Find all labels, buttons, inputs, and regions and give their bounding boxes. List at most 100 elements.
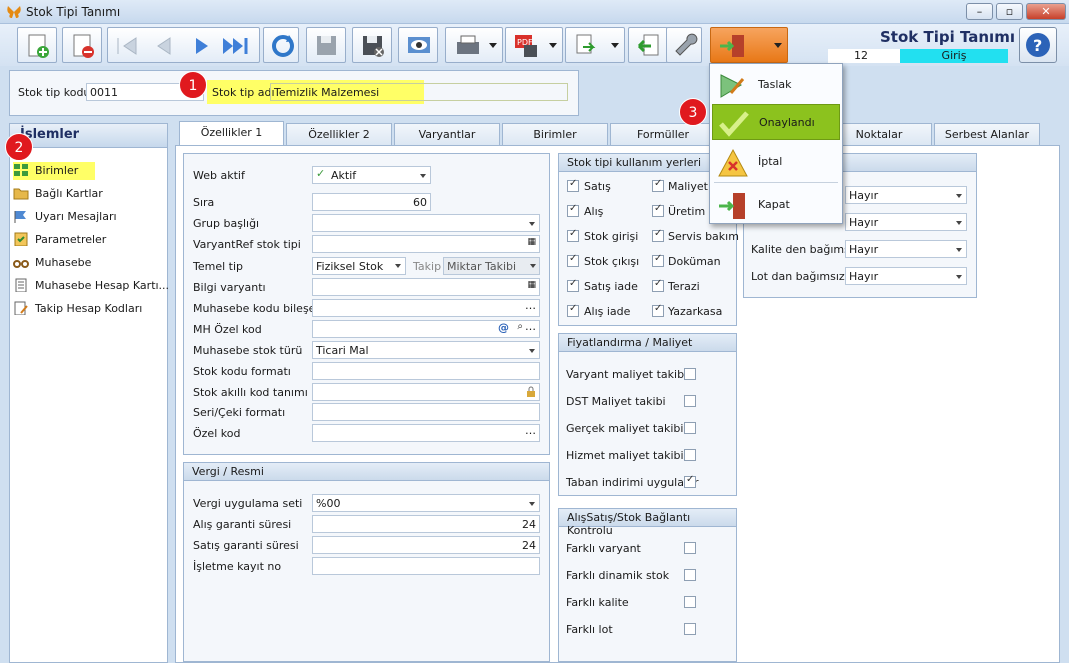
kullanim-left-checkbox[interactable] (567, 228, 579, 242)
copy-button[interactable] (565, 27, 625, 63)
cancel-save-button[interactable] (352, 27, 392, 63)
kullanim-right-checkbox[interactable] (652, 303, 664, 317)
tab-varyantlar[interactable]: Varyantlar (394, 123, 500, 145)
sidebar-item-bagli-kartlar[interactable]: Bağlı Kartlar (13, 183, 103, 203)
preview-button[interactable] (398, 27, 438, 63)
ozel-kod-label: Özel kod (193, 427, 241, 440)
tab-birimler[interactable]: Birimler (502, 123, 608, 145)
stock-name-input[interactable]: Temizlik Malzemesi (270, 83, 568, 101)
sira-label: Sıra (193, 196, 215, 209)
fiyat-group: Fiyatlandırma / Maliyet (558, 333, 737, 496)
seri-cek-input[interactable] (312, 403, 540, 421)
takip-select[interactable]: Miktar Takibi (443, 257, 540, 275)
baglanti-checkbox[interactable] (684, 569, 696, 581)
sidebar-item-birimler[interactable]: Birimler (13, 160, 78, 180)
previous-record-icon[interactable] (150, 34, 176, 58)
right-row-select[interactable]: Hayır (845, 240, 967, 258)
lookup-icon[interactable]: ▦ (527, 237, 536, 247)
menu-item-iptal[interactable]: İptal (712, 144, 840, 180)
grup-baslik-select[interactable] (312, 214, 540, 232)
minimize-button[interactable]: – (966, 3, 993, 20)
vergi-seti-label: Vergi uygulama seti (193, 497, 303, 510)
fiyat-checkbox[interactable] (684, 368, 696, 380)
next-record-icon[interactable] (190, 34, 216, 58)
at-icon[interactable]: @ (498, 321, 509, 334)
close-window-button[interactable]: ✕ (1026, 3, 1066, 20)
sidebar-item-takip-hesap-kodlari[interactable]: Takip Hesap Kodları (13, 298, 142, 318)
fiyat-checkbox[interactable] (684, 422, 696, 434)
help-button[interactable]: ? (1019, 27, 1057, 63)
kullanim-right-label: Yazarkasa (668, 305, 723, 318)
sidebar-item-parametreler[interactable]: Parametreler (13, 229, 106, 249)
refresh-button[interactable] (263, 27, 299, 63)
last-record-icon[interactable] (220, 34, 254, 58)
fiyat-checkbox[interactable] (684, 474, 696, 488)
kullanim-right-checkbox[interactable] (652, 253, 664, 267)
ellipsis-icon[interactable]: … (525, 300, 536, 312)
tools-button[interactable] (666, 27, 702, 63)
kullanim-left-checkbox[interactable] (567, 278, 579, 292)
fiyat-checkbox[interactable] (684, 449, 696, 461)
tab-formuller[interactable]: Formüller (610, 123, 716, 145)
save-button[interactable] (306, 27, 346, 63)
akilli-kod-input[interactable] (312, 383, 540, 401)
delete-button[interactable] (62, 27, 102, 63)
tab-ozellikler-2[interactable]: Özellikler 2 (286, 123, 392, 145)
kullanim-left-label: Alış (584, 205, 604, 218)
baglanti-label: Farklı kalite (566, 596, 629, 609)
back-button[interactable] (628, 27, 668, 63)
sidebar-title: İşlemler (10, 124, 167, 148)
maximize-button[interactable]: ▫ (996, 3, 1023, 20)
baglanti-checkbox[interactable] (684, 596, 696, 608)
sira-input[interactable]: 60 (312, 193, 431, 211)
isletme-kayit-input[interactable] (312, 557, 540, 575)
ellipsis-icon[interactable]: … (525, 321, 536, 333)
tab-serbest-alanlar[interactable]: Serbest Alanlar (934, 123, 1040, 145)
fiyat-title: Fiyatlandırma / Maliyet (559, 334, 736, 352)
muh-bilesen-input[interactable]: … (312, 299, 540, 317)
fiyat-checkbox[interactable] (684, 395, 696, 407)
kullanim-left-checkbox[interactable] (567, 203, 579, 217)
sidebar-item-muhasebe-hesap-karti[interactable]: Muhasebe Hesap Kartı... (13, 275, 169, 295)
menu-item-onaylandi[interactable]: Onaylandı (712, 104, 840, 140)
kullanim-left-checkbox[interactable] (567, 253, 579, 267)
lock-icon[interactable] (526, 386, 536, 398)
search-list-icon[interactable]: ⌕ (517, 321, 523, 332)
sidebar-item-muhasebe[interactable]: Muhasebe (13, 252, 91, 272)
kullanim-right-checkbox[interactable] (652, 203, 664, 217)
web-aktif-select[interactable]: ✓ Aktif (312, 166, 431, 184)
kullanim-left-checkbox[interactable] (567, 303, 579, 317)
akilli-kod-label: Stok akıllı kod tanımı (193, 386, 308, 399)
kullanim-right-checkbox[interactable] (652, 228, 664, 242)
satis-garanti-input[interactable]: 24 (312, 536, 540, 554)
right-row-select[interactable]: Hayır (845, 186, 967, 204)
vergi-seti-select[interactable]: %00 (312, 494, 540, 512)
baglanti-checkbox[interactable] (684, 623, 696, 635)
temel-tip-select[interactable]: Fiziksel Stok (312, 257, 406, 275)
lookup-icon[interactable]: ▦ (527, 280, 536, 290)
first-record-icon[interactable] (114, 34, 140, 58)
right-row-select[interactable]: Hayır (845, 213, 967, 231)
menu-item-kapat[interactable]: Kapat (712, 187, 840, 223)
mh-ozel-input[interactable]: @ ⌕… (312, 320, 540, 338)
bilgi-varyanti-input[interactable]: ▦ (312, 278, 540, 296)
kullanim-left-checkbox[interactable] (567, 178, 579, 192)
ozel-kod-input[interactable]: … (312, 424, 540, 442)
baglanti-checkbox[interactable] (684, 542, 696, 554)
alis-garanti-input[interactable]: 24 (312, 515, 540, 533)
print-button[interactable] (445, 27, 503, 63)
status-dropdown-button[interactable] (710, 27, 788, 63)
kullanim-right-checkbox[interactable] (652, 178, 664, 192)
new-button[interactable] (17, 27, 57, 63)
right-row-label: Lot dan bağımsız (751, 270, 845, 283)
export-pdf-button[interactable]: PDF (505, 27, 563, 63)
stok-kodu-formati-input[interactable] (312, 362, 540, 380)
ellipsis-icon[interactable]: … (525, 425, 536, 437)
menu-item-taslak[interactable]: Taslak (712, 67, 840, 103)
right-row-select[interactable]: Hayır (845, 267, 967, 285)
muh-stok-turu-select[interactable]: Ticari Mal (312, 341, 540, 359)
sidebar-item-uyari-mesajlari[interactable]: Uyarı Mesajları (13, 206, 117, 226)
tab-ozellikler-1[interactable]: Özellikler 1 (179, 121, 284, 145)
varyantref-input[interactable]: ▦ (312, 235, 540, 253)
kullanim-right-checkbox[interactable] (652, 278, 664, 292)
